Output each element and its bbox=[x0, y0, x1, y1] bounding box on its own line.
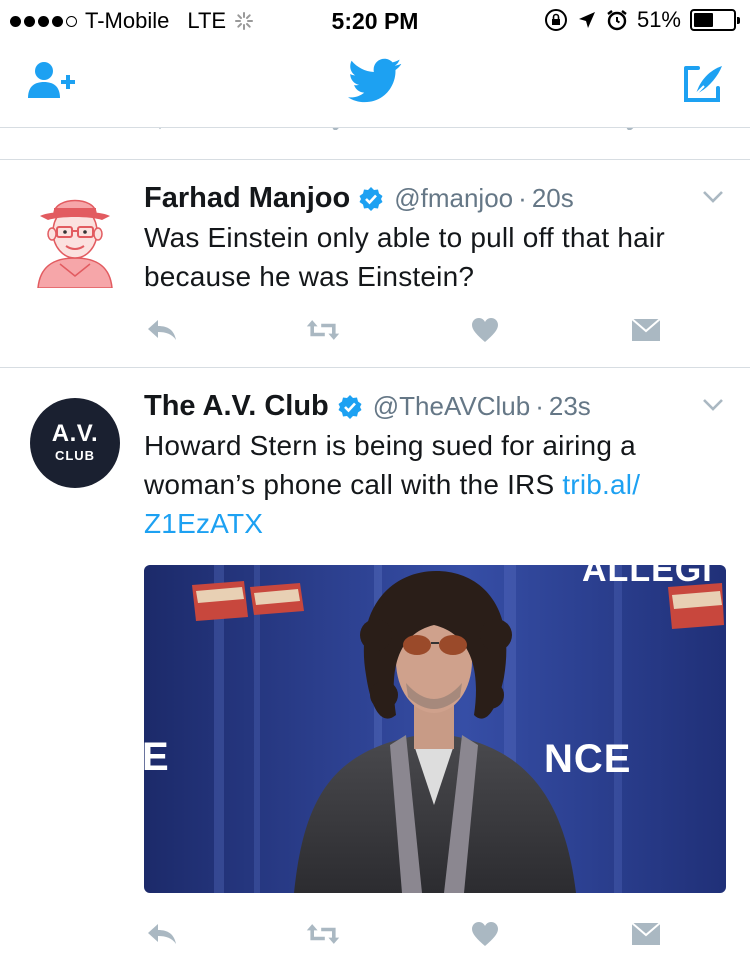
avatar[interactable] bbox=[30, 184, 120, 289]
author-name[interactable]: The A.V. Club bbox=[144, 390, 329, 423]
retweet-icon bbox=[307, 320, 340, 340]
heart-icon bbox=[471, 318, 498, 342]
compose-tweet-button[interactable] bbox=[682, 62, 726, 109]
direct-message-button[interactable] bbox=[628, 316, 664, 344]
twitter-bird-icon bbox=[348, 58, 402, 103]
heart-icon bbox=[471, 922, 498, 946]
like-icon[interactable] bbox=[470, 128, 498, 130]
battery-icon bbox=[690, 9, 740, 31]
author-handle[interactable]: @fmanjoo bbox=[394, 183, 513, 214]
rotation-lock-icon bbox=[544, 9, 567, 31]
avatar-text-bottom: CLUB bbox=[54, 448, 96, 463]
retweet-icon bbox=[307, 924, 340, 944]
tweet-media-image[interactable]: E NCE ALLEGI bbox=[144, 565, 726, 893]
battery-level bbox=[694, 13, 713, 27]
separator: · bbox=[518, 183, 527, 213]
like-button[interactable] bbox=[467, 316, 503, 344]
envelope-icon bbox=[631, 922, 661, 945]
timestamp: 23s bbox=[548, 391, 591, 421]
alarm-icon bbox=[607, 10, 627, 31]
status-icons: 51% bbox=[544, 7, 740, 33]
tweet-menu-button[interactable] bbox=[702, 398, 724, 417]
reply-button[interactable] bbox=[144, 316, 180, 344]
timestamp: 20s bbox=[531, 183, 574, 213]
direct-message-button[interactable] bbox=[628, 920, 664, 948]
tweet[interactable]: Farhad Manjoo @fmanjoo · 20s Was Einstei… bbox=[0, 160, 750, 368]
chevron-down-icon bbox=[703, 191, 723, 203]
retweet-button[interactable] bbox=[305, 920, 341, 948]
nav-bar bbox=[0, 40, 750, 128]
verified-badge-icon bbox=[338, 394, 362, 419]
location-arrow-icon bbox=[578, 12, 595, 28]
reply-icon[interactable] bbox=[148, 128, 178, 130]
tweet-text: Was Einstein only able to pull off that … bbox=[144, 222, 665, 292]
previous-tweet-actions bbox=[0, 128, 750, 160]
tweet-actions bbox=[144, 316, 664, 344]
envelope-icon bbox=[631, 318, 661, 341]
backdrop-text-top: ALLEGI bbox=[582, 565, 713, 589]
verified-badge-icon bbox=[359, 186, 383, 211]
tweet-header: The A.V. Club @TheAVClub · 23s bbox=[144, 390, 591, 423]
tweet-link[interactable]: trib.al/ bbox=[562, 469, 640, 500]
tweet-link-continued[interactable]: Z1EzATX bbox=[144, 508, 263, 539]
avatar[interactable]: A.V. CLUB bbox=[30, 398, 120, 488]
reply-icon bbox=[148, 320, 176, 340]
retweet-icon[interactable] bbox=[306, 128, 346, 130]
author-name[interactable]: Farhad Manjoo bbox=[144, 182, 350, 215]
status-bar: T-Mobile LTE 5:20 PM 51% bbox=[0, 0, 750, 40]
add-user-button[interactable] bbox=[26, 60, 78, 107]
reply-button[interactable] bbox=[144, 920, 180, 948]
avatar-text-top: A.V. bbox=[51, 420, 99, 447]
battery-percent: 51% bbox=[636, 7, 681, 32]
compose-tweet-icon bbox=[684, 66, 722, 102]
photo-backdrop bbox=[144, 565, 726, 893]
retweet-button[interactable] bbox=[305, 316, 341, 344]
add-user-icon bbox=[28, 62, 75, 98]
reply-icon bbox=[148, 924, 176, 944]
twitter-home-logo[interactable] bbox=[348, 58, 402, 109]
tweet-header: Farhad Manjoo @fmanjoo · 20s bbox=[144, 182, 574, 215]
tweet-text: Howard Stern is being sued for airing a … bbox=[144, 426, 714, 543]
backdrop-text-left: E bbox=[144, 735, 169, 779]
tweet-menu-button[interactable] bbox=[702, 190, 724, 209]
like-button[interactable] bbox=[467, 920, 503, 948]
tweet[interactable]: A.V. CLUB The A.V. Club @TheAVClub · 23s… bbox=[0, 368, 750, 954]
chevron-down-icon bbox=[703, 399, 723, 411]
author-handle[interactable]: @TheAVClub bbox=[373, 391, 530, 422]
tweet-actions bbox=[144, 920, 664, 948]
direct-message-icon[interactable] bbox=[622, 128, 642, 130]
separator: · bbox=[535, 391, 544, 421]
backdrop-text-right: NCE bbox=[544, 737, 632, 781]
cartoon-avatar-icon bbox=[30, 184, 120, 289]
